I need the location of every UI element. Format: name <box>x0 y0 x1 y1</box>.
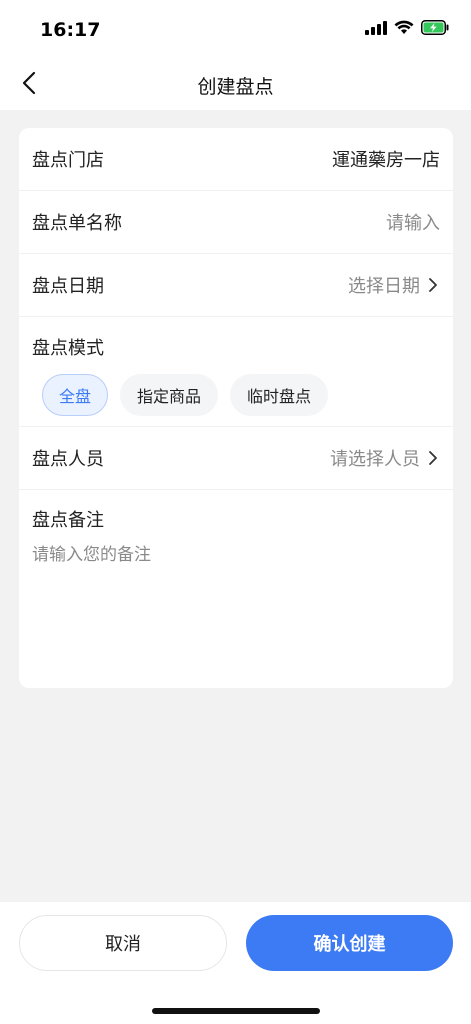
note-textarea[interactable] <box>32 540 432 630</box>
note-row: 盘点备注 <box>19 490 453 640</box>
date-value: 选择日期 <box>348 276 420 297</box>
store-row: 盘点门店 運通藥房一店 <box>19 128 453 191</box>
chevron-right-icon <box>426 450 440 466</box>
date-row[interactable]: 盘点日期 选择日期 <box>19 254 453 317</box>
mode-option-specified[interactable]: 指定商品 <box>120 374 219 416</box>
staff-value: 请选择人员 <box>330 449 420 470</box>
chevron-right-icon <box>426 277 440 293</box>
staff-picker[interactable]: 请选择人员 <box>330 445 440 471</box>
name-row: 盘点单名称 请输入 <box>19 191 453 254</box>
cancel-button[interactable]: 取消 <box>19 915 227 971</box>
signal-icon <box>365 20 387 39</box>
home-indicator <box>152 1008 320 1014</box>
battery-charging-icon <box>421 20 449 39</box>
bottom-action-bar: 取消 确认创建 <box>0 902 471 1024</box>
wifi-icon <box>394 20 414 39</box>
status-time: 16:17 <box>40 19 101 41</box>
mode-label: 盘点模式 <box>32 338 104 359</box>
note-label: 盘点备注 <box>32 510 104 531</box>
status-icons <box>365 20 449 39</box>
form-card: 盘点门店 運通藥房一店 盘点单名称 请输入 盘点日期 选择日期 盘点模式 全盘 … <box>19 128 453 688</box>
date-picker[interactable]: 选择日期 <box>348 272 440 298</box>
store-value: 運通藥房一店 <box>332 150 440 171</box>
staff-label: 盘点人员 <box>32 449 104 470</box>
staff-row[interactable]: 盘点人员 请选择人员 <box>19 427 453 490</box>
name-label: 盘点单名称 <box>32 213 122 234</box>
mode-options: 全盘 指定商品 临时盘点 <box>42 374 329 416</box>
store-label: 盘点门店 <box>32 150 104 171</box>
mode-row: 盘点模式 全盘 指定商品 临时盘点 <box>19 318 453 427</box>
mode-option-temporary[interactable]: 临时盘点 <box>230 374 329 416</box>
mode-option-full[interactable]: 全盘 <box>42 374 109 416</box>
status-bar: 16:17 <box>0 0 471 60</box>
page-title: 创建盘点 <box>197 76 274 98</box>
name-input[interactable]: 请输入 <box>386 209 440 235</box>
nav-bar: 创建盘点 <box>0 60 471 110</box>
date-label: 盘点日期 <box>32 276 104 297</box>
confirm-create-button[interactable]: 确认创建 <box>246 915 453 971</box>
